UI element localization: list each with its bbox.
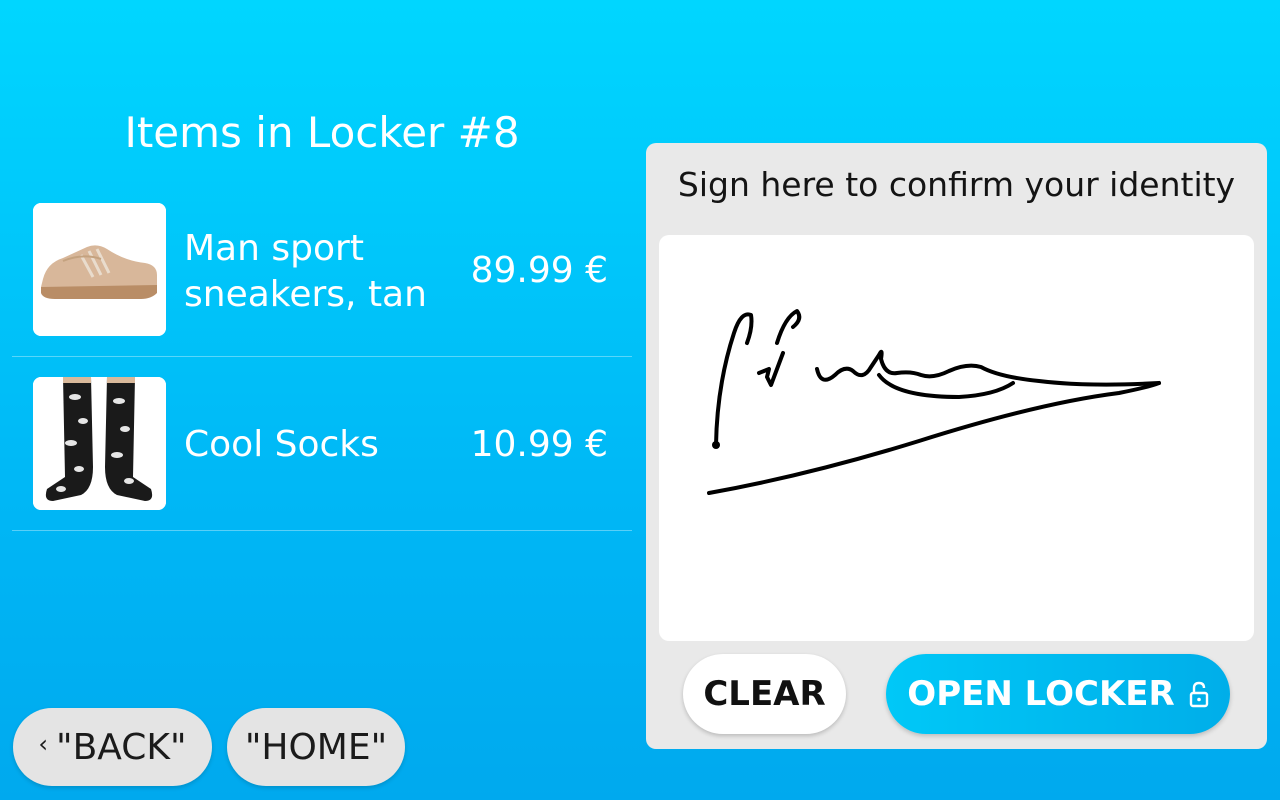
clear-button-label: CLEAR (703, 674, 826, 714)
signature-panel: Sign here to confirm your identity CLEAR… (646, 143, 1267, 749)
locker-title: Items in Locker #8 (124, 108, 520, 157)
socks-image (33, 377, 166, 510)
open-locker-label: OPEN LOCKER (907, 674, 1175, 714)
signature-prompt: Sign here to confirm your identity (677, 165, 1236, 204)
lock-icon (1189, 678, 1209, 708)
clear-button[interactable]: CLEAR (683, 654, 846, 734)
item-price: 89.99 € (470, 250, 608, 291)
home-button-label: "HOME" (244, 726, 388, 768)
list-item: Man sport sneakers, tan 89.99 € (12, 182, 632, 357)
signature-stroke (707, 309, 1161, 495)
locker-items-section: Items in Locker #8 Man sport sneakers, t… (0, 0, 640, 800)
sneaker-image (33, 203, 166, 336)
chevron-left-icon: ‹ (38, 730, 49, 758)
open-locker-button[interactable]: OPEN LOCKER (886, 654, 1230, 734)
back-button[interactable]: ‹ "BACK" (13, 708, 212, 786)
home-button[interactable]: "HOME" (227, 708, 405, 786)
item-name: Man sport sneakers, tan (184, 228, 427, 315)
item-name: Cool Socks (184, 424, 379, 465)
item-price: 10.99 € (470, 424, 608, 465)
back-button-label: "BACK" (56, 726, 187, 768)
signature-pad[interactable] (659, 235, 1254, 641)
list-item: Cool Socks 10.99 € (12, 356, 632, 531)
